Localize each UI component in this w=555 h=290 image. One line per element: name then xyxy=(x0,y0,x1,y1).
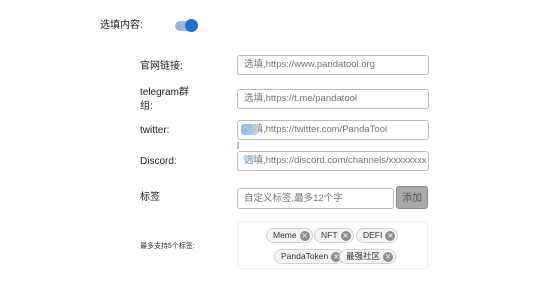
website-label: 官网链接: xyxy=(140,61,183,72)
tag-chip-label: NFT xyxy=(321,230,338,240)
twitter-label: twitter: xyxy=(140,125,170,136)
add-tag-button[interactable]: 添加 xyxy=(396,186,428,209)
discord-input[interactable] xyxy=(237,151,429,171)
telegram-input[interactable] xyxy=(237,89,429,109)
cursor-highlight xyxy=(241,124,258,135)
twitter-input[interactable] xyxy=(237,120,429,140)
tag-chip-defi: DEFI × xyxy=(356,228,399,243)
close-icon[interactable]: × xyxy=(383,251,394,262)
close-icon[interactable]: × xyxy=(299,230,310,241)
tag-input[interactable] xyxy=(237,188,394,209)
optional-content-label: 选填内容: xyxy=(100,20,143,31)
discord-label: Discord: xyxy=(140,156,177,167)
optional-content-toggle[interactable] xyxy=(175,19,198,32)
website-input[interactable] xyxy=(237,55,429,75)
telegram-label: telegram群组: xyxy=(140,87,189,112)
cursor-highlight-2 xyxy=(243,155,257,161)
tag-list: Meme × NFT × DEFI × PandaToken × 最强社区 × xyxy=(237,221,428,269)
close-icon[interactable]: × xyxy=(385,230,396,241)
tags-label: 标签 xyxy=(140,192,160,203)
tag-chip-label: 最强社区 xyxy=(346,251,381,261)
tags-limit-label: 最多支持5个标签: xyxy=(140,243,195,250)
tag-chip-nft: NFT × xyxy=(314,228,354,243)
tag-chip-label: PandaToken xyxy=(281,251,329,261)
tag-chip-pandatoken: PandaToken × xyxy=(274,249,345,264)
close-icon[interactable]: × xyxy=(340,230,351,241)
tag-chip-meme: Meme × xyxy=(266,228,313,243)
tag-chip-label: DEFI xyxy=(363,230,383,240)
tag-chip-label: Meme xyxy=(273,230,297,240)
tag-chip-community: 最强社区 × xyxy=(339,249,397,264)
text-caret xyxy=(237,142,239,149)
toggle-knob xyxy=(185,19,198,32)
